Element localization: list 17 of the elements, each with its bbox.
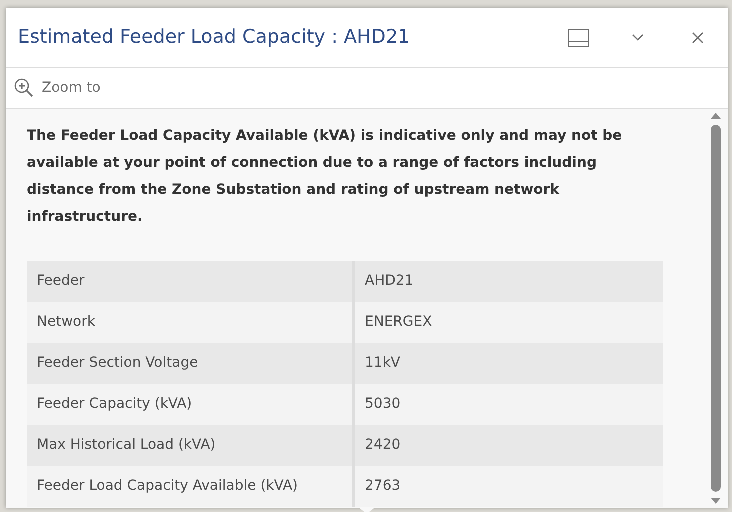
- field-name-cell: Feeder Load Capacity Available (kVA): [27, 466, 355, 507]
- zoom-in-icon: [14, 78, 34, 98]
- field-value-cell-text: 11kV: [364, 354, 402, 373]
- scroll-up-icon: [711, 113, 721, 119]
- dock-icon: [568, 28, 588, 46]
- field-value-cell-text: 5030: [364, 395, 402, 414]
- scrollbar-thumb[interactable]: [711, 125, 721, 492]
- popup-title: Estimated Feeder Load Capacity : AHD21: [18, 26, 412, 49]
- notice-text: The Feeder Load Capacity Available (kVA) is indicative only and may not be available at your point of connection due to a range of factors including distance from the Zone Substation and rating of upstream network infrastructure.: [27, 127, 624, 227]
- chevron-down-icon: [632, 34, 644, 41]
- field-value-cell-text: AHD21: [364, 272, 415, 291]
- field-value-cell-text: ENERGEX: [364, 313, 434, 332]
- close-icon: [692, 32, 704, 44]
- field-value-cell-text: 2420: [364, 436, 402, 455]
- zoom-to-button[interactable]: Zoom to: [14, 78, 101, 98]
- field-value-cell-text: 2763: [364, 477, 402, 496]
- scroll-down-icon: [711, 498, 721, 504]
